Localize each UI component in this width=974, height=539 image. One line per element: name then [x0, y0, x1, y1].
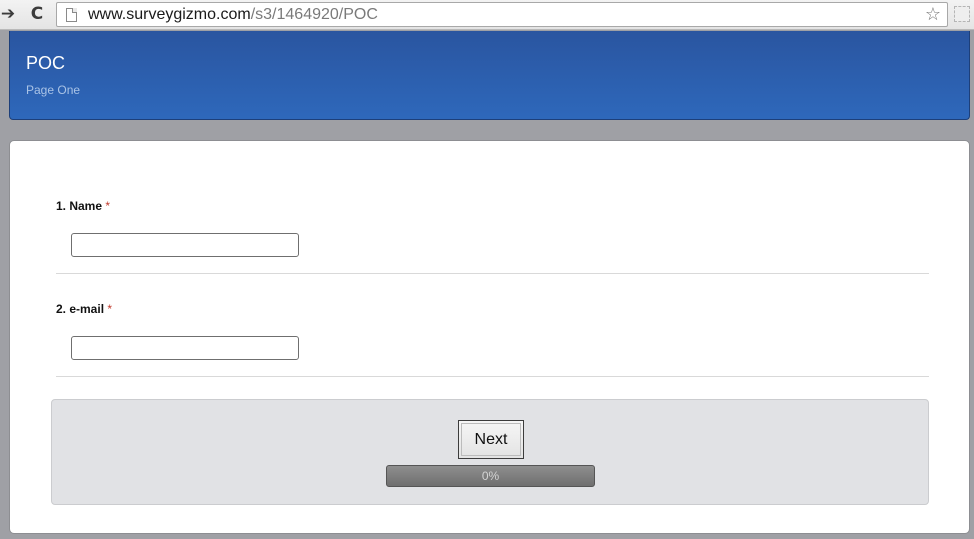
survey-footer: Next 0% [51, 399, 929, 505]
next-button[interactable]: Next [458, 420, 524, 459]
page-icon [66, 8, 77, 22]
progress-bar: 0% [386, 465, 595, 487]
browser-toolbar: ➔ C www.surveygizmo.com/s3/1464920/POC ☆ [0, 0, 974, 30]
question-email-label: 2. e-mail * [56, 302, 112, 316]
name-input[interactable] [71, 233, 299, 257]
reload-icon[interactable]: C [26, 3, 48, 25]
address-bar[interactable]: www.surveygizmo.com/s3/1464920/POC ☆ [56, 2, 948, 27]
question-divider [56, 376, 929, 377]
extension-icon[interactable] [954, 6, 970, 22]
progress-text: 0% [481, 469, 500, 483]
page-subtitle: Page One [26, 83, 81, 97]
required-indicator: * [105, 199, 111, 213]
survey-header: POC Page One [9, 31, 970, 120]
required-indicator: * [107, 302, 113, 316]
bookmark-star-icon[interactable]: ☆ [925, 3, 941, 26]
question-email-text: 2. e-mail [56, 302, 105, 316]
forward-arrow-icon[interactable]: ➔ [0, 3, 19, 25]
survey-title: POC [26, 53, 66, 73]
question-name-label: 1. Name * [56, 199, 110, 213]
url-path: /s3/1464920/POC [250, 6, 378, 23]
url-host: www.surveygizmo.com [88, 6, 251, 23]
question-divider [56, 273, 929, 274]
question-name-text: 1. Name [56, 199, 103, 213]
survey-panel: 1. Name * 2. e-mail * Next 0% [9, 140, 970, 534]
email-input[interactable] [71, 336, 299, 360]
